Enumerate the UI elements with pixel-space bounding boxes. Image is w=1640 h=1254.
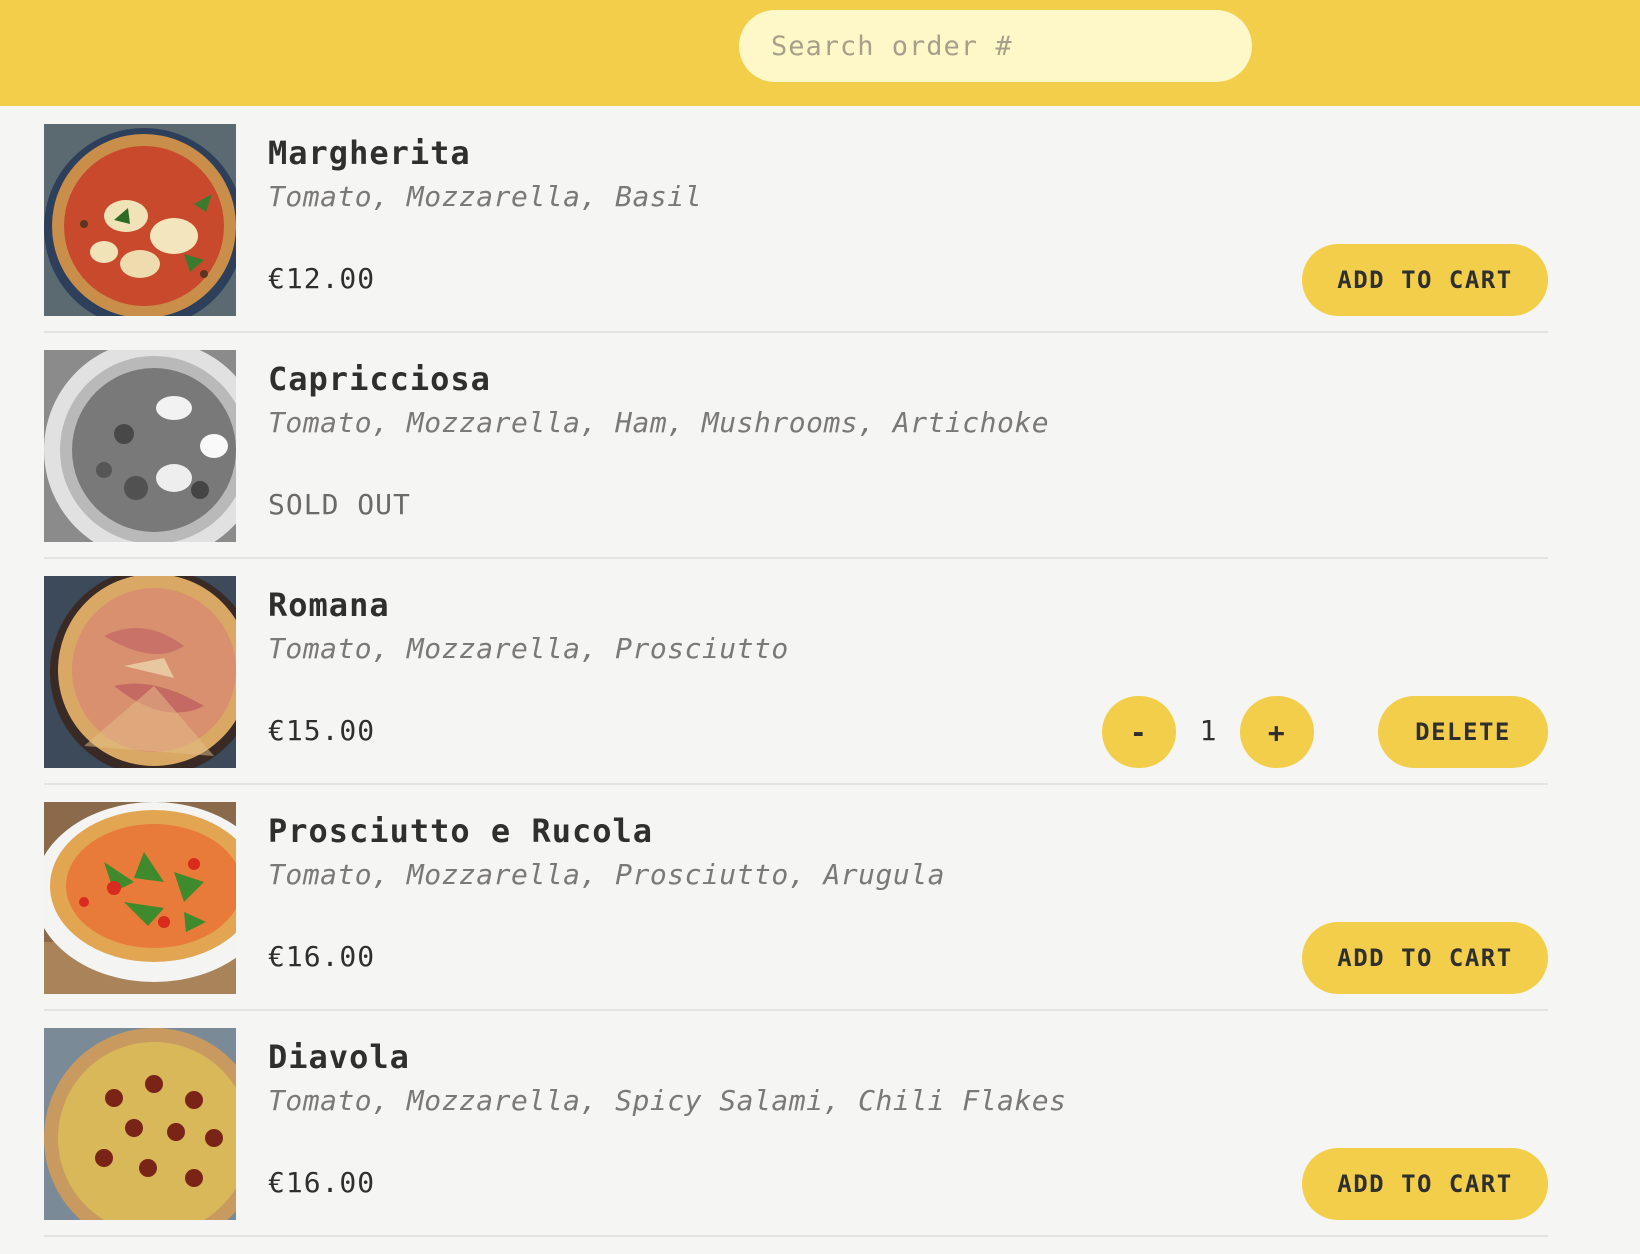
pizza-name: Capricciosa	[268, 360, 491, 398]
pizza-price: €15.00	[268, 714, 376, 747]
pizza-ingredients: Tomato, Mozzarella, Prosciutto, Arugula	[268, 858, 945, 891]
pizza-image	[44, 576, 236, 768]
search-order-input[interactable]	[739, 10, 1252, 82]
pizza-ingredients: Tomato, Mozzarella, Basil	[268, 180, 702, 213]
top-bar	[0, 0, 1640, 106]
add-to-cart-button[interactable]: ADD TO CART	[1302, 244, 1548, 316]
pizza-name: Margherita	[268, 134, 471, 172]
quantity-value: 1	[1199, 714, 1217, 747]
pizza-ingredients: Tomato, Mozzarella, Spicy Salami, Chili …	[268, 1084, 1067, 1117]
menu-item-diavola: Diavola Tomato, Mozzarella, Spicy Salami…	[44, 1028, 1548, 1237]
pizza-price: €12.00	[268, 262, 376, 295]
sold-out-label: SOLD OUT	[268, 488, 411, 521]
pizza-ingredients: Tomato, Mozzarella, Prosciutto	[268, 632, 789, 665]
pizza-image	[44, 802, 236, 994]
pizza-name: Romana	[268, 586, 390, 624]
pizza-price: €16.00	[268, 940, 376, 973]
pizza-name: Diavola	[268, 1038, 410, 1076]
pizza-price: €16.00	[268, 1166, 376, 1199]
pizza-name: Prosciutto e Rucola	[268, 812, 654, 850]
pizza-image	[44, 1028, 236, 1220]
menu-item-margherita: Margherita Tomato, Mozzarella, Basil €12…	[44, 124, 1548, 333]
delete-button[interactable]: DELETE	[1378, 696, 1548, 768]
pizza-image	[44, 350, 236, 542]
menu-item-romana: Romana Tomato, Mozzarella, Prosciutto €1…	[44, 576, 1548, 785]
menu-item-prosciutto-e-rucola: Prosciutto e Rucola Tomato, Mozzarella, …	[44, 802, 1548, 1011]
increase-quantity-button[interactable]: +	[1240, 696, 1314, 768]
pizza-image	[44, 124, 236, 316]
menu-item-capricciosa: Capricciosa Tomato, Mozzarella, Ham, Mus…	[44, 350, 1548, 559]
pizza-menu-list: Margherita Tomato, Mozzarella, Basil €12…	[44, 124, 1548, 1254]
pizza-ingredients: Tomato, Mozzarella, Ham, Mushrooms, Arti…	[268, 406, 1050, 439]
decrease-quantity-button[interactable]: -	[1102, 696, 1176, 768]
add-to-cart-button[interactable]: ADD TO CART	[1302, 1148, 1548, 1220]
add-to-cart-button[interactable]: ADD TO CART	[1302, 922, 1548, 994]
